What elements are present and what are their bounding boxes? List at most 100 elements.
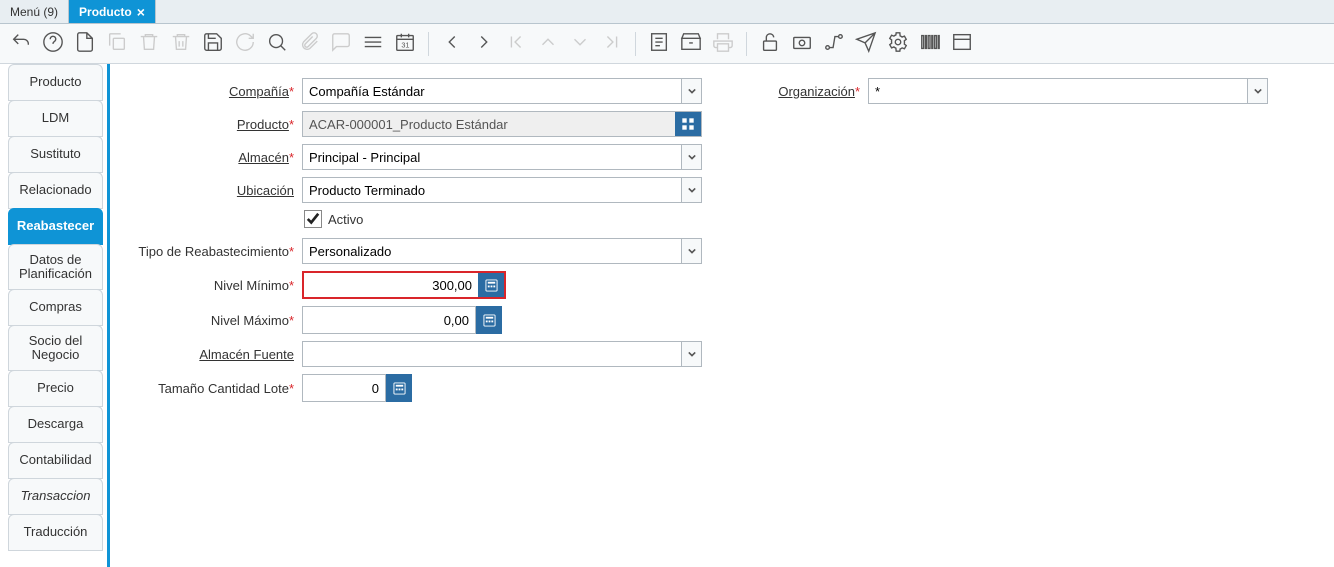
almacen-label: Almacén* (134, 150, 294, 165)
activo-label: Activo (328, 212, 363, 227)
tipo-reabast-label: Tipo de Reabastecimiento* (134, 244, 294, 259)
sidebar-tab-socio[interactable]: Socio del Negocio (8, 325, 103, 371)
toolbar-separator (428, 32, 429, 56)
sidebar-tab-contabilidad[interactable]: Contabilidad (8, 442, 103, 479)
activo-checkbox-wrap: Activo (304, 210, 1310, 228)
first-icon (505, 31, 527, 56)
grid-icon[interactable] (362, 31, 384, 56)
side-tabs: Producto LDM Sustituto Relacionado Reaba… (0, 64, 110, 567)
producto-input (303, 112, 675, 136)
tamano-lote-input[interactable] (302, 374, 386, 402)
nivel-min-field[interactable] (302, 271, 506, 299)
toolbar-separator-2 (635, 32, 636, 56)
organizacion-combo[interactable] (868, 78, 1268, 104)
last-icon (601, 31, 623, 56)
sidebar-tab-ldm[interactable]: LDM (8, 100, 103, 137)
refresh-icon (234, 31, 256, 56)
sidebar-tab-traduccion[interactable]: Traducción (8, 514, 103, 551)
tab-producto[interactable]: Producto × (69, 0, 156, 23)
svg-text:31: 31 (401, 41, 409, 50)
almacen-fuente-combo[interactable] (302, 341, 702, 367)
attach-icon (298, 31, 320, 56)
ubicacion-input[interactable] (303, 178, 681, 202)
next-icon[interactable] (473, 31, 495, 56)
almacen-combo[interactable] (302, 144, 702, 170)
ubicacion-label: Ubicación (134, 183, 294, 198)
prev-icon[interactable] (441, 31, 463, 56)
close-icon[interactable]: × (137, 5, 145, 19)
compania-label: Compañía* (134, 84, 294, 99)
chevron-down-icon[interactable] (681, 79, 701, 103)
save-icon[interactable] (202, 31, 224, 56)
send-icon[interactable] (855, 31, 877, 56)
search-icon[interactable] (266, 31, 288, 56)
almacen-input[interactable] (303, 145, 681, 169)
sidebar-tab-producto[interactable]: Producto (8, 64, 103, 101)
tab-menu-label: Menú (9) (10, 5, 58, 19)
producto-field (302, 111, 702, 137)
organizacion-field-row: Organización* (760, 78, 1268, 104)
chevron-down-icon[interactable] (681, 145, 701, 169)
chevron-down-icon[interactable] (681, 178, 701, 202)
delete-icon (138, 31, 160, 56)
report-icon[interactable] (648, 31, 670, 56)
gear-icon[interactable] (887, 31, 909, 56)
nivel-max-label: Nivel Máximo* (134, 313, 294, 328)
archive-icon[interactable] (680, 31, 702, 56)
tab-menu[interactable]: Menú (9) (0, 0, 69, 23)
main-toolbar: 31 (0, 24, 1334, 64)
nivel-min-input[interactable] (304, 273, 478, 297)
tamano-lote-label: Tamaño Cantidad Lote* (134, 381, 294, 396)
copy-icon (106, 31, 128, 56)
organizacion-label: Organización* (760, 84, 860, 99)
delete-all-icon (170, 31, 192, 56)
sidebar-tab-precio[interactable]: Precio (8, 370, 103, 407)
sidebar-tab-compras[interactable]: Compras (8, 289, 103, 326)
top-tab-bar: Menú (9) Producto × (0, 0, 1334, 24)
chevron-down-icon[interactable] (681, 239, 701, 263)
organizacion-input[interactable] (869, 79, 1247, 103)
tipo-reabast-combo[interactable] (302, 238, 702, 264)
tab-producto-label: Producto (79, 5, 132, 19)
calendar-icon[interactable]: 31 (394, 31, 416, 56)
tipo-reabast-input[interactable] (303, 239, 681, 263)
sidebar-tab-sustituto[interactable]: Sustituto (8, 136, 103, 173)
main-area: Producto LDM Sustituto Relacionado Reaba… (0, 64, 1334, 567)
help-icon[interactable] (42, 31, 64, 56)
almacen-fuente-label: Almacén Fuente (134, 347, 294, 362)
compania-combo[interactable] (302, 78, 702, 104)
sidebar-tab-descarga[interactable]: Descarga (8, 406, 103, 443)
workflow-icon[interactable] (823, 31, 845, 56)
activo-checkbox[interactable] (304, 210, 322, 228)
form-icon[interactable] (951, 31, 973, 56)
calculator-icon[interactable] (476, 306, 502, 334)
nivel-max-field[interactable] (302, 306, 502, 334)
nivel-min-label: Nivel Mínimo* (134, 278, 294, 293)
ubicacion-combo[interactable] (302, 177, 702, 203)
chevron-down-icon[interactable] (681, 342, 701, 366)
barcode-icon[interactable] (919, 31, 941, 56)
toolbar-separator-3 (746, 32, 747, 56)
calculator-icon[interactable] (386, 374, 412, 402)
lock-icon[interactable] (759, 31, 781, 56)
compania-input[interactable] (303, 79, 681, 103)
tamano-lote-field[interactable] (302, 374, 412, 402)
sidebar-tab-relacionado[interactable]: Relacionado (8, 172, 103, 209)
almacen-fuente-input[interactable] (303, 342, 681, 366)
producto-label: Producto* (134, 117, 294, 132)
zoom-icon[interactable] (791, 31, 813, 56)
nivel-max-input[interactable] (302, 306, 476, 334)
zoom-icon[interactable] (675, 112, 701, 136)
down-icon (569, 31, 591, 56)
sidebar-tab-transacciones[interactable]: Transaccion (8, 478, 103, 515)
new-icon[interactable] (74, 31, 96, 56)
print-icon (712, 31, 734, 56)
chat-icon (330, 31, 352, 56)
undo-icon[interactable] (10, 31, 32, 56)
sidebar-tab-planificacion[interactable]: Datos de Planificación (8, 244, 103, 290)
sidebar-tab-reabastecer[interactable]: Reabastecer (8, 208, 103, 245)
form-area: Compañía* Producto* Almacén* Ubicación (110, 64, 1334, 567)
chevron-down-icon[interactable] (1247, 79, 1267, 103)
up-icon (537, 31, 559, 56)
calculator-icon[interactable] (478, 273, 504, 297)
